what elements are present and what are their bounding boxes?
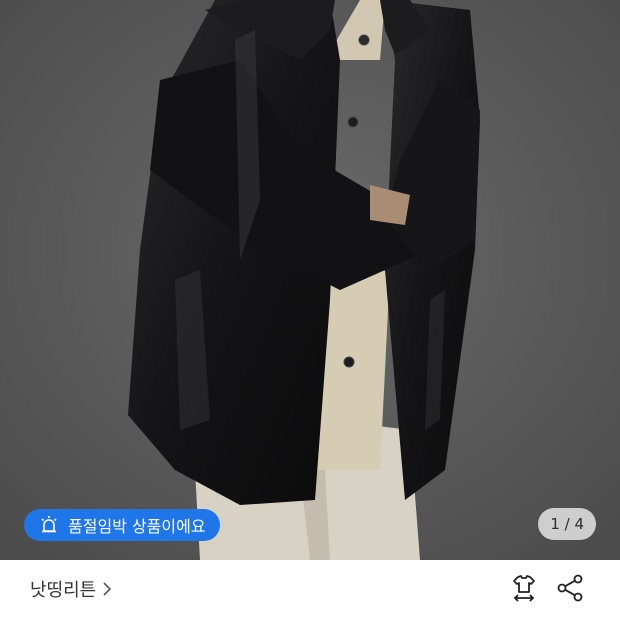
- share-icon: [555, 573, 585, 607]
- product-image[interactable]: 품절임박 상품이에요 1 / 4: [0, 0, 620, 560]
- product-info-bar: 낫띵리튼: [0, 560, 620, 620]
- alarm-icon: [38, 514, 60, 536]
- brand-link[interactable]: 낫띵리튼: [30, 574, 116, 604]
- size-guide-icon: [509, 573, 539, 607]
- image-counter-text: 1 / 4: [550, 515, 584, 533]
- size-guide-button[interactable]: [508, 574, 540, 606]
- product-photo: [0, 0, 620, 560]
- share-button[interactable]: [554, 574, 586, 606]
- chevron-right-icon: [102, 581, 116, 597]
- brand-name: 낫띵리튼: [30, 580, 97, 601]
- badge-text: 품절임박 상품이에요: [68, 517, 206, 536]
- image-counter: 1 / 4: [538, 508, 596, 540]
- low-stock-badge: 품절임박 상품이에요: [24, 509, 220, 541]
